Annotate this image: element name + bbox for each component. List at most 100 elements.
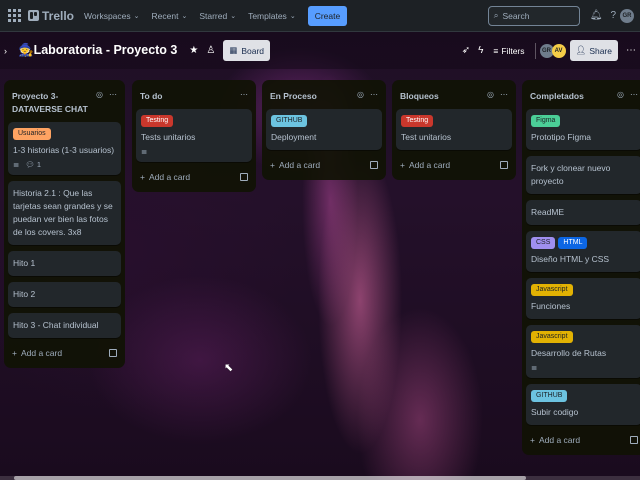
card[interactable]: GITHUB Subir codigo [526,384,640,425]
list-menu-icon[interactable]: ⋯ [500,90,508,99]
card-label[interactable]: Usuarios [13,128,51,140]
list-menu-icon[interactable]: ⋯ [240,90,248,99]
list-menu-icon[interactable]: ⋯ [109,90,117,99]
watch-icon[interactable]: ◎ [96,90,103,99]
user-avatar[interactable]: GR [620,8,634,23]
card[interactable]: Hito 2 [8,282,121,307]
list-header: To do ⋯ [136,84,252,109]
create-from-template-icon[interactable] [500,161,508,169]
visibility-icon[interactable]: ♙ [206,45,215,56]
card[interactable]: Javascript Funciones [526,278,640,319]
card[interactable]: Testing Test unitarios [396,109,512,150]
notifications-bell-icon[interactable]: 🔔︎ [590,10,603,21]
add-card-button[interactable]: + Add a card [266,156,382,174]
card-label[interactable]: GITHUB [271,115,308,127]
list-menu-icon[interactable]: ⋯ [370,90,378,99]
scrollbar-thumb[interactable] [14,476,526,480]
card[interactable]: Figma Prototipo Figma [526,109,640,150]
filters-button[interactable]: ≡ Filters [493,46,524,56]
plus-icon: + [400,160,405,170]
card-label[interactable]: Testing [401,115,434,127]
more-menu-icon[interactable]: ⋯ [626,45,636,56]
add-card-text: Add a card [408,160,451,170]
create-from-template-icon[interactable] [370,161,378,169]
card-label[interactable]: Javascript [531,331,573,343]
brand-name: Trello [42,8,75,23]
card-label[interactable]: Testing [141,115,174,127]
board-scrollbar[interactable] [0,476,640,480]
help-icon[interactable]: ? [610,10,616,21]
list-title[interactable]: To do [140,90,163,103]
card-label[interactable]: HTML [558,237,588,249]
card-title: Funciones [531,301,571,311]
share-button[interactable]: 👤︎ Share [569,40,618,61]
create-button[interactable]: Create [307,5,348,26]
list-column[interactable]: Completados ◎ ⋯ Figma Prototipo Figma Fork y … [522,80,640,455]
card-label[interactable]: CSS [531,237,556,249]
card-label[interactable]: GITHUB [531,390,568,402]
card-badges: ≣ [141,147,247,156]
card-title: Diseño HTML y CSS [531,254,610,264]
list-header: Proyecto 3- DATAVERSE CHAT ◎ ⋯ [8,84,121,122]
card[interactable]: Usuarios 1-3 historias (1-3 usuarios) ≣ 💬︎ … [8,122,121,175]
list-title[interactable]: En Proceso [270,90,317,103]
card[interactable]: ReadME [526,200,640,225]
nav-workspaces[interactable]: Workspaces ⌄ [84,11,139,21]
chevron-down-icon: ⌄ [133,12,140,20]
create-from-template-icon[interactable] [240,173,248,181]
list-header: Completados ◎ ⋯ [526,84,640,109]
nav-templates-label: Templates [248,10,287,21]
board-view-label: Board [241,45,265,56]
card-label[interactable]: Javascript [531,284,573,296]
add-card-button[interactable]: + Add a card [396,156,512,174]
add-card-text: Add a card [20,348,63,358]
nav-templates[interactable]: Templates ⌄ [248,11,296,21]
power-ups-icon[interactable]: ➶ [462,45,470,56]
list-title[interactable]: Bloqueos [400,90,439,103]
card-title: Subir codigo [531,407,579,417]
card-labels: GITHUB [271,115,377,127]
list-menu-icon[interactable]: ⋯ [630,90,638,99]
list-column[interactable]: En Proceso ◎ ⋯ GITHUB Deployment + Add a card [262,80,386,180]
member-avatar-2[interactable]: AV [551,43,566,58]
create-from-template-icon[interactable] [109,349,117,357]
plus-icon: + [530,435,535,445]
watch-icon[interactable]: ◎ [487,90,494,99]
card-label[interactable]: Figma [531,115,561,127]
card[interactable]: Fork y clonear nuevo proyecto [526,156,640,194]
card[interactable]: Hito 1 [8,251,121,276]
card[interactable]: Javascript Desarrollo de Rutas ≣ [526,325,640,378]
list-header: Bloqueos ◎ ⋯ [396,84,512,109]
list-column[interactable]: To do ⋯ Testing Tests unitarios ≣ + Add a card [132,80,256,192]
star-icon[interactable]: ★ [189,45,198,56]
nav-recent[interactable]: Recent ⌄ [152,11,188,21]
add-card-button[interactable]: + Add a card [526,431,640,449]
search-input[interactable]: ⌕ Search [487,5,580,26]
card[interactable]: Historia 2.1 : Que las tarjetas sean gra… [8,181,121,245]
card-badges: ≣ 💬︎ 1 [13,160,116,169]
trello-logo[interactable]: Trello [28,9,74,23]
create-from-template-icon[interactable] [630,436,638,444]
card[interactable]: Hito 3 - Chat individual [8,313,121,338]
app-switcher-icon[interactable] [6,8,22,24]
card-title: Prototipo Figma [531,132,591,142]
automation-icon[interactable]: ϟ [478,45,483,56]
board-view-button[interactable]: ▦ Board [223,40,271,61]
add-card-button[interactable]: + Add a card [8,344,121,362]
list-title[interactable]: Proyecto 3- DATAVERSE CHAT [12,90,96,116]
card[interactable]: GITHUB Deployment [266,109,382,150]
board-title[interactable]: 🧙Laboratoria - Proyecto 3 [18,43,177,58]
add-card-button[interactable]: + Add a card [136,168,252,186]
list-column[interactable]: Proyecto 3- DATAVERSE CHAT ◎ ⋯ Usuarios 1-3 … [4,80,125,368]
sidebar-toggle-icon[interactable]: › [4,46,14,56]
board-header: › 🧙Laboratoria - Proyecto 3 ★ ♙ ▦ Board … [0,32,640,69]
add-card-label: + Add a card [270,160,320,170]
list-title[interactable]: Completados [530,90,584,103]
list-actions: ⋯ [240,90,248,99]
nav-starred[interactable]: Starred ⌄ [199,11,236,21]
card[interactable]: Testing Tests unitarios ≣ [136,109,252,162]
watch-icon[interactable]: ◎ [357,90,364,99]
card[interactable]: CSS HTML Diseño HTML y CSS [526,231,640,272]
list-column[interactable]: Bloqueos ◎ ⋯ Testing Test unitarios + Add a ca… [392,80,516,180]
watch-icon[interactable]: ◎ [617,90,624,99]
